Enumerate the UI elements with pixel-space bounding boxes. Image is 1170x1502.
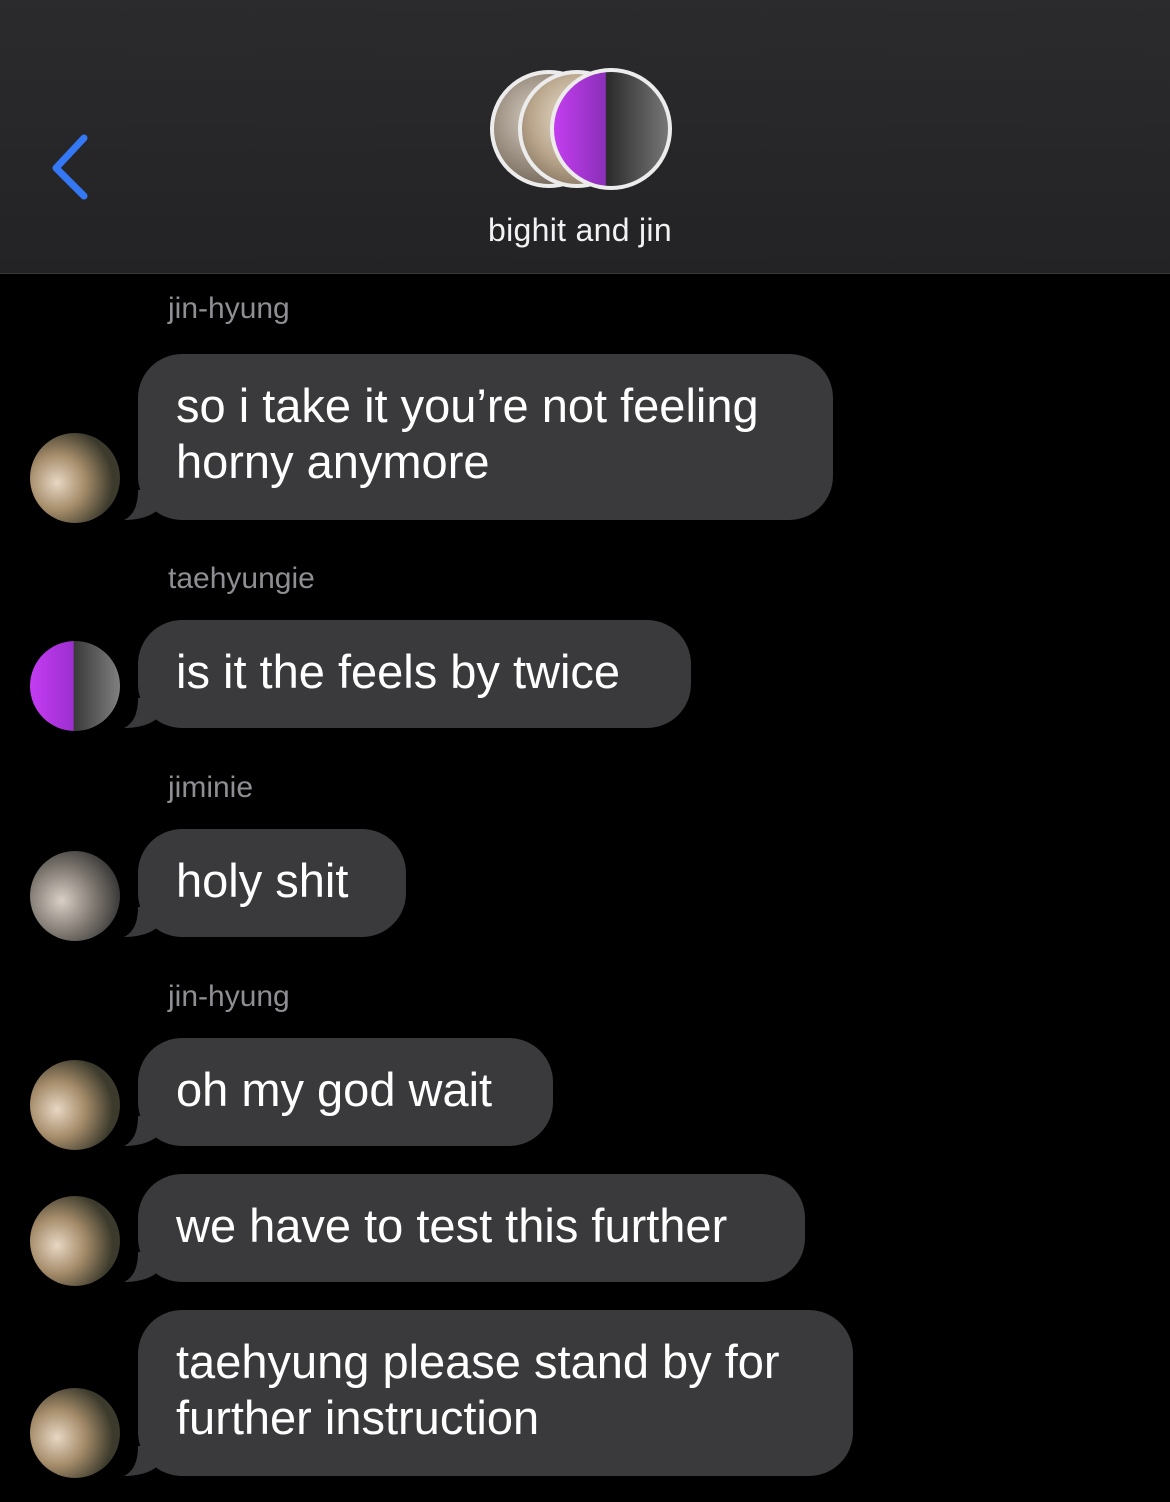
message-text-line: horny anymore — [176, 435, 490, 488]
message-bubble[interactable]: taehyung please stand by for further ins… — [124, 1310, 853, 1476]
back-button[interactable] — [44, 130, 104, 206]
message-bubble[interactable]: oh my god wait — [124, 1038, 553, 1146]
sender-name: taehyungie — [168, 562, 315, 595]
conversation-header: bighit and jin — [0, 0, 1170, 274]
message-text-line: further instruction — [176, 1391, 540, 1444]
bubble-tail-icon — [124, 698, 160, 728]
sender-avatar[interactable] — [30, 1196, 120, 1286]
message-text-line: so i take it you’re not feeling — [176, 379, 759, 432]
sender-name: jiminie — [168, 771, 254, 804]
bubble-tail-icon — [124, 1446, 160, 1476]
sender-avatar[interactable] — [30, 641, 120, 731]
chevron-left-icon — [52, 134, 88, 200]
sender-avatar[interactable] — [30, 433, 120, 523]
message-text-line: is it the feels by twice — [176, 645, 621, 698]
sender-avatar[interactable] — [30, 1060, 120, 1150]
bubble-tail-icon — [124, 1252, 160, 1282]
message-text-line: we have to test this further — [176, 1199, 728, 1252]
message-bubble[interactable]: so i take it you’re not feeling horny an… — [124, 354, 833, 520]
sender-avatar[interactable] — [30, 1388, 120, 1478]
group-avatar-photo-3 — [550, 68, 672, 190]
bubble-tail-icon — [124, 490, 160, 520]
sender-name: jin-hyung — [168, 980, 290, 1013]
group-name[interactable]: bighit and jin — [0, 212, 1160, 249]
sender-name: jin-hyung — [168, 292, 290, 325]
message-text-line: oh my god wait — [176, 1063, 493, 1116]
sender-avatar[interactable] — [30, 851, 120, 941]
message-text-line: holy shit — [176, 854, 349, 907]
message-bubble[interactable]: holy shit — [124, 829, 406, 937]
message-bubble[interactable]: is it the feels by twice — [124, 620, 691, 728]
message-text-line: taehyung please stand by for — [176, 1335, 780, 1388]
group-avatar[interactable] — [490, 68, 680, 196]
bubble-tail-icon — [124, 907, 160, 937]
bubble-tail-icon — [124, 1116, 160, 1146]
message-bubble[interactable]: we have to test this further — [124, 1174, 805, 1282]
